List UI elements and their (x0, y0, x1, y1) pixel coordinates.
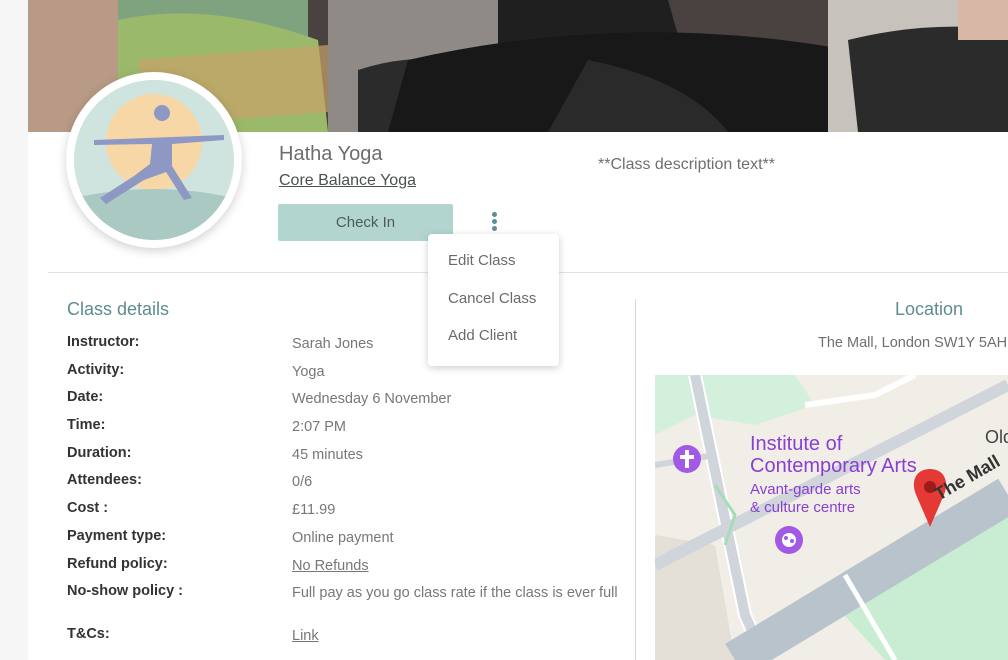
detail-label: T&Cs: (67, 626, 110, 643)
class-details-list: Instructor: Sarah Jones Activity: Yoga D… (67, 332, 627, 652)
detail-label: No-show policy : (67, 583, 183, 600)
detail-row-attendees: Attendees: 0/6 (67, 470, 627, 498)
yoga-pose-icon (74, 80, 234, 240)
detail-value: 45 minutes (292, 446, 363, 463)
map-label-partial: Old (985, 427, 1008, 447)
detail-value: Sarah Jones (292, 336, 374, 352)
detail-label: Cost : (67, 500, 109, 517)
detail-label: Attendees: (67, 472, 142, 489)
refund-policy-link[interactable]: No Refunds (292, 556, 622, 577)
detail-row-instructor: Instructor: Sarah Jones (67, 332, 627, 360)
location-map[interactable]: Institute of Contemporary Arts Avant-gar… (655, 375, 1008, 660)
detail-value: 0/6 (292, 474, 313, 491)
detail-label: Instructor: (67, 334, 140, 350)
detail-row-date: Date: Wednesday 6 November (67, 387, 627, 415)
location-address: The Mall, London SW1Y 5AH (818, 335, 1008, 351)
detail-row-tcs: T&Cs: Link (67, 624, 627, 652)
detail-label: Payment type: (67, 527, 167, 544)
detail-row-payment-type: Payment type: Online payment (67, 526, 627, 554)
detail-value: Yoga (292, 363, 325, 380)
detail-value: Online payment (292, 529, 394, 546)
detail-row-duration: Duration: 45 minutes (67, 443, 627, 471)
detail-row-refund-policy: Refund policy: No Refunds (67, 554, 627, 582)
detail-row-activity: Activity: Yoga (67, 360, 627, 388)
detail-value: Full pay as you go class rate if the cla… (292, 585, 618, 602)
detail-value: 2:07 PM (292, 419, 346, 436)
class-description: **Class description text** (598, 156, 775, 173)
column-divider (635, 299, 636, 660)
detail-label: Date: (67, 389, 104, 406)
detail-row-cost: Cost : £11.99 (67, 498, 627, 526)
menu-item-edit-class[interactable]: Edit Class (428, 242, 559, 280)
left-gutter (0, 0, 28, 660)
map-label-ica-sub: Avant-garde arts & culture centre (750, 481, 861, 516)
tcs-link[interactable]: Link (292, 626, 622, 647)
detail-label: Activity: (67, 361, 125, 378)
detail-label: Duration: (67, 444, 132, 461)
menu-item-cancel-class[interactable]: Cancel Class (428, 280, 559, 318)
detail-row-time: Time: 2:07 PM (67, 415, 627, 443)
class-details-heading: Class details (67, 299, 170, 319)
detail-value: Wednesday 6 November (292, 391, 452, 408)
map-label-ica: Institute of Contemporary Arts (750, 433, 917, 477)
more-options-icon[interactable] (484, 210, 504, 236)
detail-label: Refund policy: (67, 555, 168, 572)
check-in-button[interactable]: Check In (278, 204, 453, 241)
class-title: Hatha Yoga (279, 143, 383, 165)
location-heading: Location (895, 299, 964, 319)
detail-label: Time: (67, 417, 106, 434)
studio-link[interactable]: Core Balance Yoga (279, 172, 416, 190)
detail-value: £11.99 (292, 502, 336, 519)
studio-logo (66, 72, 242, 248)
detail-row-no-show-policy: No-show policy : Full pay as you go clas… (67, 581, 627, 624)
